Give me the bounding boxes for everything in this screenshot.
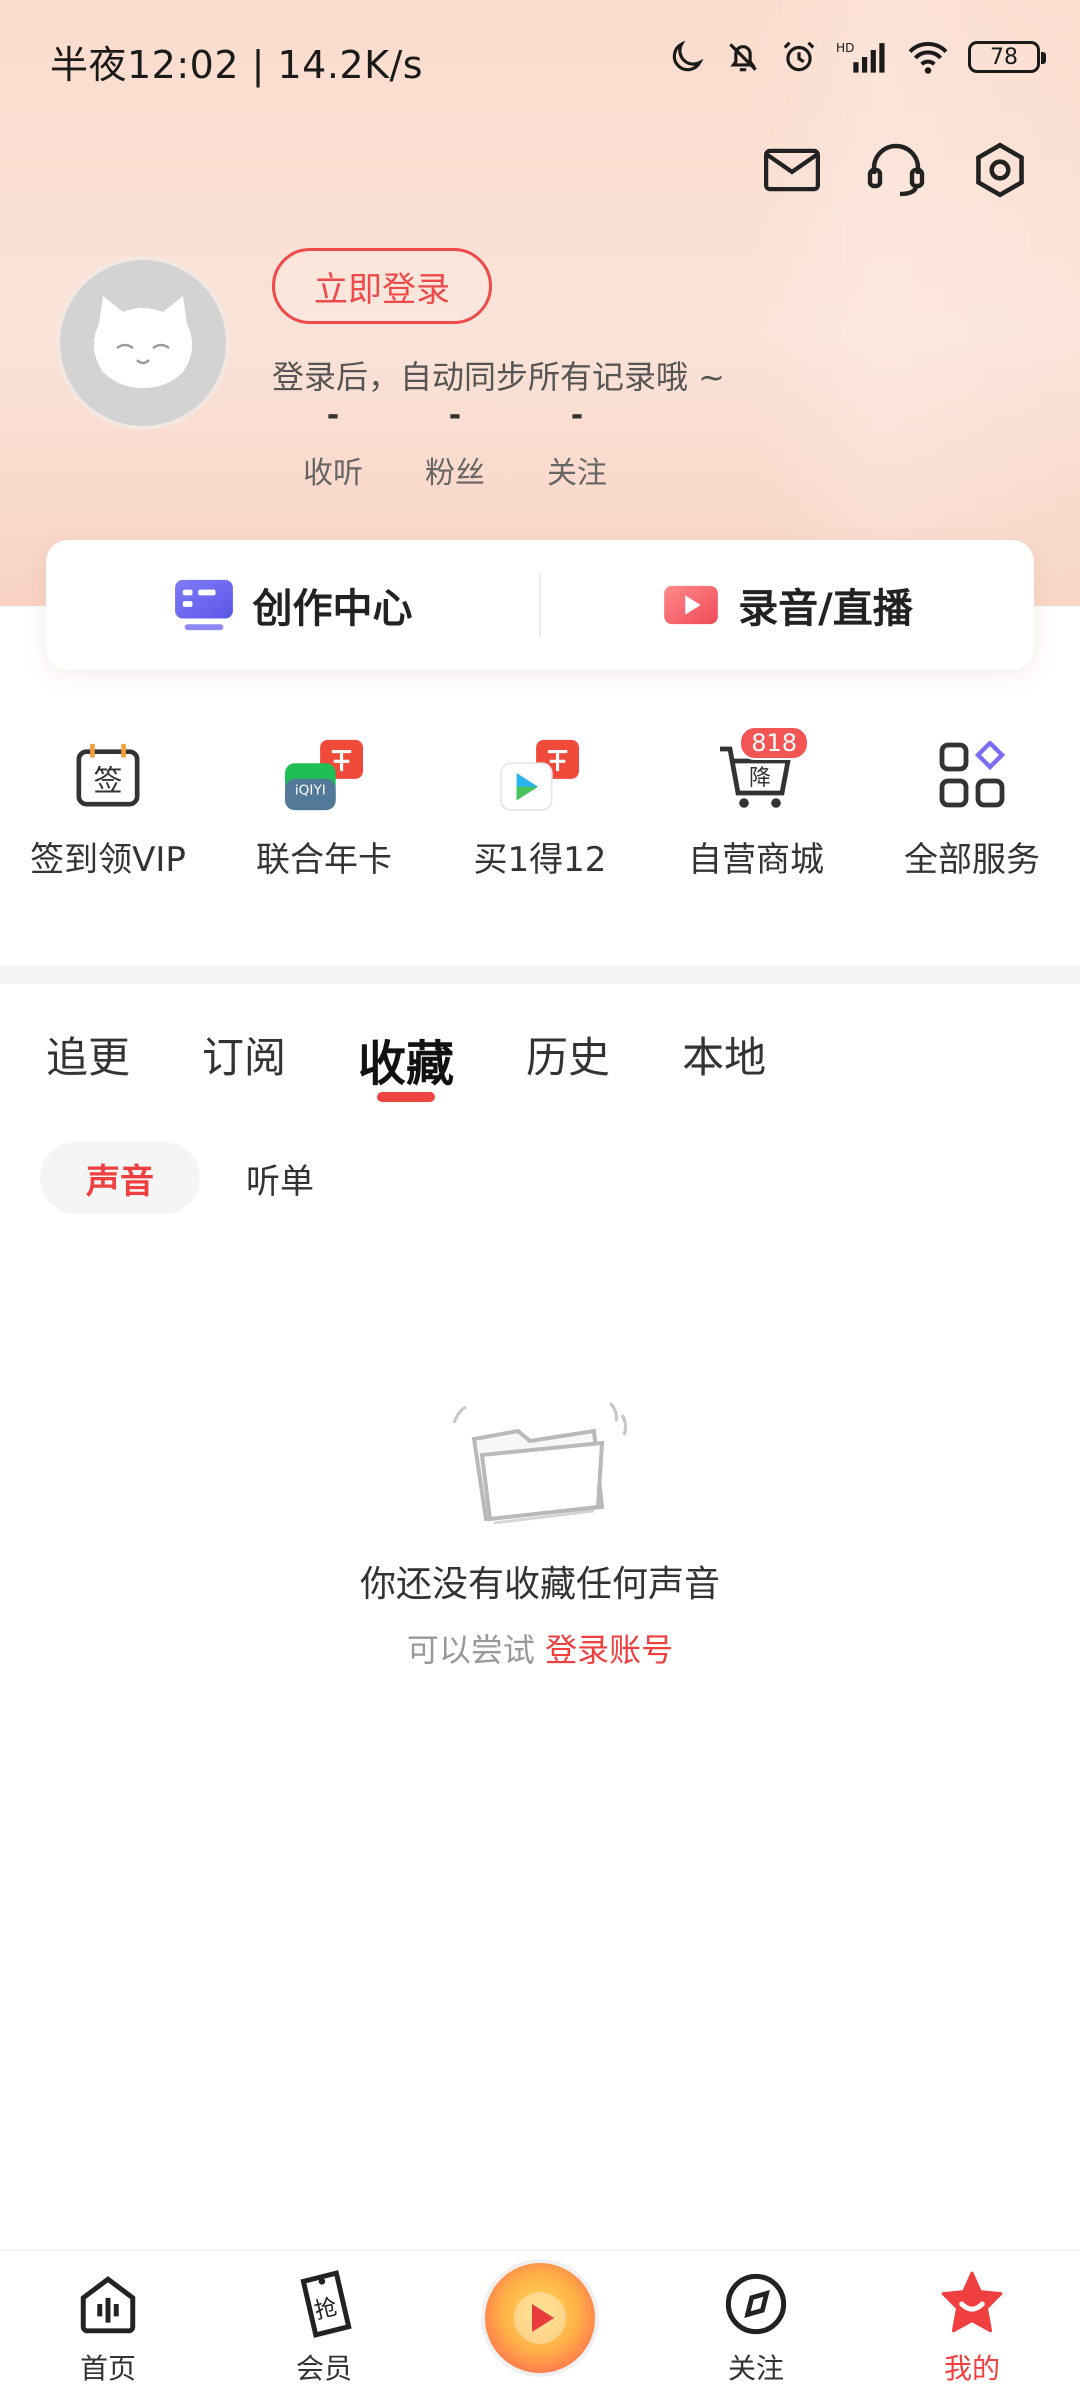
top-actions — [762, 140, 1030, 200]
stat-value: - — [570, 398, 584, 433]
service-label: 买1得12 — [473, 840, 607, 880]
login-account-link[interactable]: 登录账号 — [545, 1631, 673, 1669]
empty-state-subtitle: 可以尝试 登录账号 — [0, 1625, 1080, 1671]
status-bar: 半夜12:02 | 14.2K/s HD 78 — [0, 0, 1080, 120]
mine-star-icon — [935, 2267, 1009, 2341]
svg-text:iQIYI: iQIYI — [295, 783, 326, 799]
tab-local[interactable]: 本地 — [682, 1024, 766, 1104]
record-live-icon — [664, 585, 719, 625]
nav-center-player[interactable] — [432, 2251, 648, 2400]
nav-mine[interactable]: 我的 — [864, 2251, 1080, 2400]
tab-favorites[interactable]: 收藏 — [358, 1024, 454, 1104]
tab-follow-updates[interactable]: 追更 — [46, 1024, 130, 1104]
section-divider — [0, 966, 1080, 984]
nav-label: 会员 — [295, 2352, 352, 2385]
stat-label: 关注 — [547, 456, 607, 491]
stat-label: 收听 — [303, 456, 363, 491]
nav-vip[interactable]: 抢 会员 — [216, 2251, 432, 2400]
status-icons: HD 78 — [668, 38, 1046, 76]
alarm-icon — [783, 41, 815, 72]
settings-button[interactable] — [970, 140, 1030, 200]
creator-center-label: 创作中心 — [252, 586, 413, 632]
compass-icon — [719, 2267, 793, 2341]
mute-bell-icon — [729, 43, 757, 72]
creator-card: 创作中心 录音/直播 — [46, 540, 1034, 670]
record-live-label: 录音/直播 — [738, 586, 913, 632]
center-play-disc — [481, 2259, 599, 2377]
mall-cart-icon: 降 818 — [711, 726, 809, 820]
status-time: 半夜12:02 | 14.2K/s — [50, 43, 424, 87]
cat-avatar-icon — [93, 296, 193, 388]
avatar[interactable] — [56, 256, 230, 430]
creator-center-button[interactable]: 创作中心 — [46, 540, 539, 670]
stat-value: - — [448, 398, 462, 433]
stat-label: 粉丝 — [425, 456, 485, 491]
all-services-icon — [927, 730, 1017, 820]
nav-home[interactable]: 首页 — [0, 2251, 216, 2400]
moon-icon — [672, 40, 704, 72]
service-label: 全部服务 — [904, 840, 1040, 880]
service-all-services[interactable]: 全部服务 — [864, 730, 1080, 881]
nav-following[interactable]: 关注 — [648, 2251, 864, 2400]
service-sign-in-vip[interactable]: 签 签到领VIP — [0, 730, 216, 881]
stat-following[interactable]: - 关注 — [516, 400, 638, 492]
nav-label: 首页 — [79, 2352, 136, 2385]
empty-state-hint: 可以尝试 — [406, 1631, 535, 1669]
profile-stats: - 收听 - 粉丝 - 关注 — [272, 400, 638, 492]
nav-label: 我的 — [943, 2352, 1000, 2385]
wifi-icon — [908, 42, 948, 74]
nav-label: 关注 — [727, 2352, 784, 2385]
badge-818: 818 — [739, 726, 809, 760]
signal-icon: HD — [836, 41, 885, 73]
svg-text:HD: HD — [836, 41, 854, 55]
service-buy-one-get-twelve[interactable]: 买1得12 — [432, 730, 648, 881]
customer-service-button[interactable] — [866, 140, 926, 200]
subtab-sounds[interactable]: 声音 — [40, 1142, 200, 1214]
settings-hexagon-icon — [976, 142, 1024, 198]
bottom-nav: 首页 抢 会员 关注 我的 — [0, 2250, 1080, 2400]
service-label: 联合年卡 — [256, 840, 392, 880]
tab-history[interactable]: 历史 — [526, 1024, 610, 1104]
message-button[interactable] — [762, 140, 822, 200]
sign-in-glyph: 签 — [93, 764, 122, 798]
home-icon — [71, 2267, 145, 2341]
iqiyi-card-icon: iQIYI — [279, 730, 369, 820]
stat-value: - — [326, 398, 340, 433]
login-tip: 登录后，自动同步所有记录哦 ~ — [272, 358, 725, 396]
tab-subscriptions[interactable]: 订阅 — [202, 1024, 286, 1104]
library-tabs: 追更 订阅 收藏 历史 本地 — [46, 1024, 838, 1104]
empty-state-title: 你还没有收藏任何声音 — [359, 1564, 720, 1605]
sign-in-icon: 签 — [63, 730, 153, 820]
creator-center-icon — [174, 579, 233, 631]
mall-glyph: 降 — [749, 766, 771, 791]
buy-one-get-twelve-icon — [495, 730, 585, 820]
stat-fans[interactable]: - 粉丝 — [394, 400, 516, 492]
play-icon — [514, 2292, 566, 2344]
service-self-mall[interactable]: 降 818 自营商城 — [648, 726, 864, 881]
login-button[interactable]: 立即登录 — [272, 248, 492, 324]
service-joint-annual-card[interactable]: iQIYI 联合年卡 — [216, 730, 432, 881]
record-live-button[interactable]: 录音/直播 — [541, 540, 1034, 670]
svg-text:抢: 抢 — [312, 2294, 341, 2325]
stat-listen[interactable]: - 收听 — [272, 400, 394, 492]
empty-folder-icon — [452, 1401, 628, 1525]
mail-icon — [764, 148, 820, 192]
vip-tag-icon: 抢 — [287, 2267, 361, 2341]
quick-services: 签 签到领VIP iQIYI 联合年卡 买1得12 降 818 自营商城 全部服… — [0, 726, 1080, 881]
service-label: 自营商城 — [688, 840, 824, 880]
subtab-playlists[interactable]: 听单 — [246, 1154, 314, 1203]
battery-indicator: 78 — [968, 41, 1046, 73]
service-label: 签到领VIP — [30, 840, 186, 880]
favorites-subtabs: 声音 听单 — [40, 1142, 314, 1214]
headset-icon — [867, 143, 925, 197]
